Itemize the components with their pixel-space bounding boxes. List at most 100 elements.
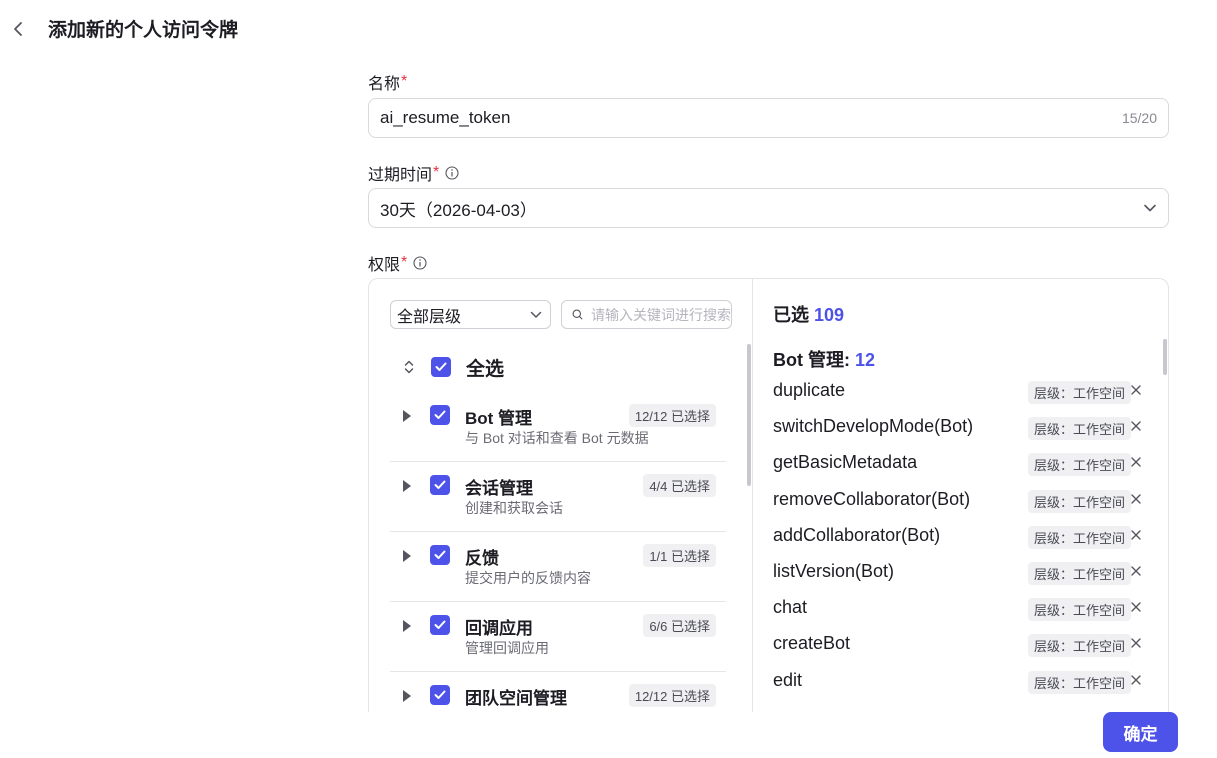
name-counter: 15/20: [1121, 110, 1157, 126]
confirm-button[interactable]: 确定: [1103, 712, 1178, 752]
level-filter-value: 全部层级: [397, 308, 462, 326]
group-selected-badge: 1/1 已选择: [643, 544, 716, 567]
close-icon[interactable]: [1128, 598, 1144, 616]
permission-group[interactable]: 反馈 提交用户的反馈内容 1/1 已选择: [390, 532, 726, 602]
group-description: 创建和获取会话: [465, 500, 563, 516]
select-all-checkbox[interactable]: [431, 357, 451, 377]
info-icon[interactable]: [445, 166, 459, 180]
selected-permission-item: removeCollaborator(Bot) 层级：工作空间: [773, 484, 1147, 520]
check-icon: [434, 550, 446, 559]
permissions-label: 权限 *: [368, 251, 427, 275]
permission-group[interactable]: Bot 管理 与 Bot 对话和查看 Bot 元数据 12/12 已选择: [390, 392, 726, 462]
permission-tree-pane: 全部层级 全选 Bot 管理: [369, 279, 753, 712]
caret-right-icon[interactable]: [402, 690, 412, 702]
selected-permission-item: edit 层级：工作空间: [773, 665, 1147, 701]
close-icon[interactable]: [1128, 634, 1144, 652]
group-checkbox[interactable]: [430, 405, 450, 425]
group-description: 提交用户的反馈内容: [465, 570, 591, 586]
selected-permission-item: createBot 层级：工作空间: [773, 628, 1147, 664]
permission-name: chat: [773, 597, 808, 618]
selected-label: 已选: [773, 305, 809, 325]
permission-group[interactable]: 会话管理 创建和获取会话 4/4 已选择: [390, 462, 726, 532]
permission-name: listVersion(Bot): [773, 560, 895, 581]
group-checkbox[interactable]: [430, 545, 450, 565]
name-field[interactable]: 15/20: [368, 98, 1169, 138]
group-checkbox[interactable]: [430, 685, 450, 705]
info-icon[interactable]: [413, 256, 427, 270]
chevron-down-icon: [530, 311, 542, 318]
close-icon[interactable]: [1128, 671, 1144, 689]
permission-search[interactable]: [561, 300, 732, 329]
permission-name: createBot: [773, 633, 851, 654]
permissions-panel: 全部层级 全选 Bot 管理: [368, 278, 1169, 712]
expand-collapse-icon[interactable]: [400, 358, 418, 376]
chevron-down-icon: [1144, 204, 1156, 212]
page-title: 添加新的个人访问令牌: [48, 20, 239, 41]
permission-name: switchDevelopMode(Bot): [773, 416, 974, 437]
search-icon: [572, 309, 583, 320]
check-icon: [434, 410, 446, 419]
name-label-text: 名称: [368, 76, 401, 93]
group-description: 与 Bot 对话和查看 Bot 元数据: [465, 430, 649, 446]
group-name: 反馈: [465, 549, 499, 568]
permission-level-tag: 层级：工作空间: [1028, 561, 1132, 585]
scrollbar[interactable]: [747, 344, 751, 486]
back-icon[interactable]: [9, 18, 27, 40]
permissions-label-text: 权限: [368, 257, 401, 274]
caret-right-icon[interactable]: [402, 620, 412, 632]
close-icon[interactable]: [1128, 381, 1144, 399]
caret-right-icon[interactable]: [402, 550, 412, 562]
group-selected-badge: 6/6 已选择: [643, 614, 716, 637]
check-icon: [434, 620, 446, 629]
level-filter-select[interactable]: 全部层级: [390, 300, 551, 329]
group-selected-badge: 12/12 已选择: [628, 684, 716, 707]
selected-permission-item: listVersion(Bot) 层级：工作空间: [773, 556, 1147, 592]
selected-permission-item: duplicate 层级：工作空间: [773, 375, 1147, 411]
close-icon[interactable]: [1128, 490, 1144, 508]
selected-permission-item: getBasicMetadata 层级：工作空间: [773, 447, 1147, 483]
required-mark: *: [401, 73, 408, 90]
group-name: 会话管理: [465, 479, 533, 498]
search-input[interactable]: [591, 306, 731, 323]
scrollbar[interactable]: [1163, 339, 1167, 375]
expire-select[interactable]: 30天（2026-04-03）: [368, 188, 1169, 228]
group-selected-badge: 4/4 已选择: [643, 474, 716, 497]
selected-count-heading: 已选 109: [773, 301, 844, 327]
required-mark: *: [433, 164, 440, 181]
selected-group-heading: Bot 管理: 12: [773, 346, 875, 372]
group-checkbox[interactable]: [430, 615, 450, 635]
permission-group[interactable]: 回调应用 管理回调应用 6/6 已选择: [390, 602, 726, 672]
close-icon[interactable]: [1128, 526, 1144, 544]
expire-label: 过期时间 *: [368, 161, 459, 185]
permission-level-tag: 层级：工作空间: [1028, 489, 1132, 513]
close-icon[interactable]: [1128, 562, 1144, 580]
select-all-label: 全选: [466, 358, 505, 380]
selected-permission-list: duplicate 层级：工作空间 switchDevelopMode(Bot) 层…: [773, 375, 1147, 701]
close-icon[interactable]: [1128, 417, 1144, 435]
expire-value: 30天（2026-04-03）: [380, 200, 537, 220]
permission-level-tag: 层级：工作空间: [1028, 453, 1132, 477]
permission-name: removeCollaborator(Bot): [773, 488, 971, 509]
name-label: 名称 *: [368, 70, 407, 94]
permission-level-tag: 层级：工作空间: [1028, 381, 1132, 404]
group-name: Bot 管理: [465, 409, 533, 428]
permission-name: duplicate: [773, 380, 846, 400]
caret-right-icon[interactable]: [402, 480, 412, 492]
permission-group-list: Bot 管理 与 Bot 对话和查看 Bot 元数据 12/12 已选择 会话管…: [390, 392, 726, 712]
close-icon[interactable]: [1128, 453, 1144, 471]
selected-group-label: Bot 管理:: [773, 350, 850, 370]
permission-group[interactable]: 团队空间管理 12/12 已选择: [390, 672, 726, 712]
permission-name: edit: [773, 669, 803, 690]
selected-group-count: 12: [855, 350, 876, 370]
check-icon: [435, 362, 447, 371]
name-input[interactable]: [380, 108, 1122, 128]
group-selected-badge: 12/12 已选择: [628, 404, 716, 427]
selected-permission-item: addCollaborator(Bot) 层级：工作空间: [773, 520, 1147, 556]
group-checkbox[interactable]: [430, 475, 450, 495]
caret-right-icon[interactable]: [402, 410, 412, 422]
permission-level-tag: 层级：工作空间: [1028, 634, 1132, 658]
permission-level-tag: 层级：工作空间: [1028, 525, 1132, 549]
permission-name: addCollaborator(Bot): [773, 524, 941, 545]
page-header: 添加新的个人访问令牌: [0, 0, 1217, 56]
selected-permissions-pane: 已选 109 Bot 管理: 12 duplicate 层级：工作空间 switc…: [753, 279, 1168, 712]
